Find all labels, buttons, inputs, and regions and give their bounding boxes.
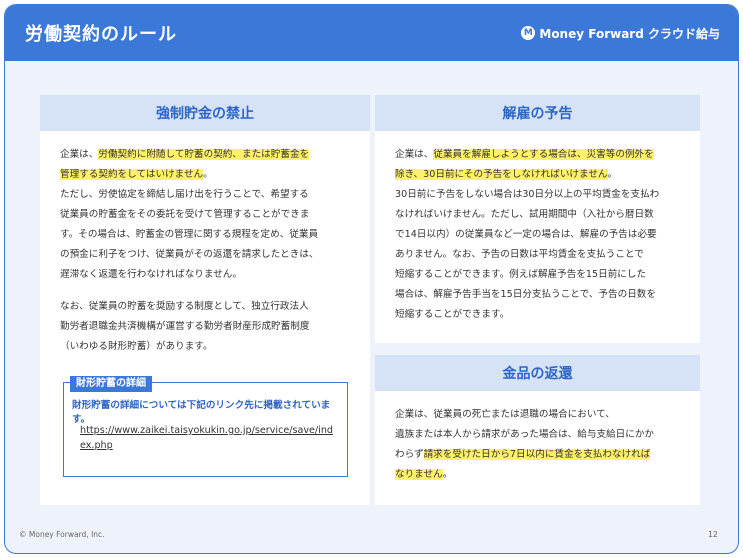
text-line: ありません。なお、予告の日数は平均賃金を支払うことで	[395, 249, 644, 260]
text-line: 企業は、従業員の死亡または退職の場合において、	[395, 409, 615, 420]
text-line: 勤労者退職金共済機構が運営する勤労者財産形成貯蓄制度	[60, 321, 310, 332]
highlight: 管理する契約をしてはいけません	[60, 169, 204, 180]
text-line: 遅滞なく返還を行わなければなりません。	[60, 269, 242, 280]
panel-body: 企業は、従業員を解雇しようとする場合は、災害等の例外を 除き、30日前にその予告…	[375, 131, 700, 325]
brand-logo-area: M Money Forward クラウド給与	[521, 25, 720, 42]
header-bar: 労働契約のルール M Money Forward クラウド給与	[5, 5, 738, 61]
text-line: 除き、30日前にその予告をしなければいけません。	[395, 169, 618, 180]
text-line: で14日以内）の従業員など一定の場合は、解雇の予告は必要	[395, 229, 657, 240]
text-line: の預金に利子をつけ、従業員がその返還を請求したときは、	[60, 249, 319, 260]
slide-frame: 労働契約のルール M Money Forward クラウド給与 強制貯金の禁止 …	[4, 4, 739, 554]
page-title: 労働契約のルール	[25, 24, 177, 45]
money-forward-logo-icon: M	[521, 26, 536, 40]
highlight: 従業員を解雇しようとする場合は、災害等の例外を	[433, 149, 654, 160]
text-line: わらず請求を受けた日から7日以内に賃金を支払わなければ	[395, 449, 651, 460]
panel-body: 企業は、労働契約に附随して貯蓄の契約、または貯蓄金を 管理する契約をしてはいけま…	[40, 131, 370, 357]
text-line: なお、従業員の貯蓄を奨励する制度として、独立行政法人	[60, 301, 309, 312]
highlight: 労働契約に附随して貯蓄の契約、または貯蓄金を	[98, 149, 310, 160]
text-line: 短縮することができます。	[395, 309, 510, 320]
zaikei-link[interactable]: https://www.zaikei.taisyokukin.go.jp/ser…	[80, 423, 333, 453]
text-line: 場合は、解雇予告手当を15日分支払うことで、予告の日数を	[395, 289, 656, 300]
text-line: なければいけません。ただし、試用期間中（入社から暦日数	[395, 209, 654, 220]
highlight: 除き、30日前にその予告をしなければいけません	[395, 169, 608, 180]
text-line: 企業は、従業員を解雇しようとする場合は、災害等の例外を	[395, 149, 654, 160]
highlight: 請求を受けた日から7日以内に賃金を支払わなければ	[423, 449, 651, 460]
callout-description: 財形貯蓄の詳細については下記のリンク先に掲載されています。	[72, 400, 331, 425]
page-number: 12	[707, 530, 718, 539]
callout-tag: 財形貯蓄の詳細	[70, 376, 152, 392]
text-line: 遺族または本人から請求があった場合は、給与支給日にかか	[395, 429, 655, 440]
panel-body: 企業は、従業員の死亡または退職の場合において、 遺族または本人から請求があった場…	[375, 391, 700, 485]
brand-name: Money Forward クラウド給与	[539, 26, 720, 41]
text-line: 30日前に予告をしない場合は30日分以上の平均賃金を支払わ	[395, 189, 660, 200]
callout-box: 財形貯蓄の詳細 財形貯蓄の詳細については下記のリンク先に掲載されています。 ht…	[63, 376, 348, 477]
text-line: す。その場合は、貯蓄金の管理に関する規程を定め、従業員	[60, 229, 319, 240]
copyright: © Money Forward, Inc.	[19, 530, 105, 539]
text-line: （いわゆる財形貯蓄）があります。	[60, 341, 213, 352]
panel-heading: 金品の返還	[375, 355, 700, 391]
text-line: なりません。	[395, 469, 453, 480]
panel-dismissal-notice: 解雇の予告 企業は、従業員を解雇しようとする場合は、災害等の例外を 除き、30日…	[375, 95, 700, 343]
text-line: 管理する契約をしてはいけません。	[60, 169, 213, 180]
text-line: 企業は、労働契約に附随して貯蓄の契約、または貯蓄金を	[60, 149, 310, 160]
panel-heading: 解雇の予告	[375, 95, 700, 131]
panel-forced-savings: 強制貯金の禁止 企業は、労働契約に附随して貯蓄の契約、または貯蓄金を 管理する契…	[40, 95, 370, 505]
panel-heading: 強制貯金の禁止	[40, 95, 370, 131]
text-line: 従業員の貯蓄金をその委託を受けて管理することができま	[60, 209, 310, 220]
highlight: なりません	[395, 469, 443, 480]
panel-return-of-money: 金品の返還 企業は、従業員の死亡または退職の場合において、 遺族または本人から請…	[375, 355, 700, 505]
text-line: 短縮することができます。例えば解雇予告を15日前にした	[395, 269, 647, 280]
text-line: ただし、労使協定を締結し届け出を行うことで、希望する	[60, 189, 309, 200]
